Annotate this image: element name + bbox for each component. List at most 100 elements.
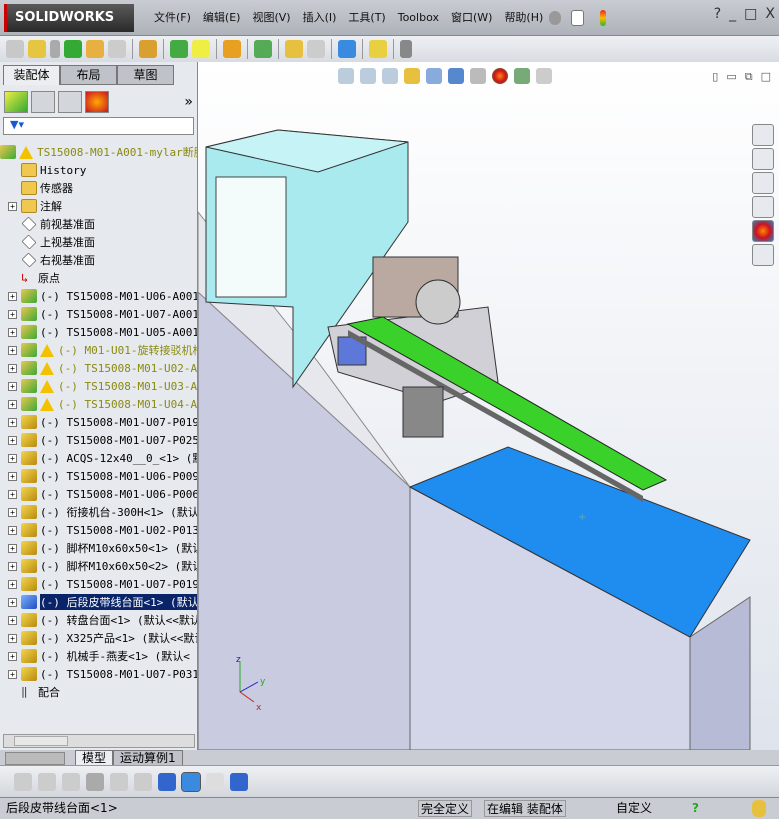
- help-button[interactable]: ?: [714, 6, 721, 22]
- tree-item[interactable]: + (-) TS15008-M01-U03-A00: [0, 377, 197, 395]
- expand-panel-button[interactable]: »: [184, 94, 193, 110]
- property-manager-icon[interactable]: [31, 91, 55, 113]
- tree-item[interactable]: + (-) TS15008-M01-U07-P019<2: [0, 575, 197, 593]
- tree-item[interactable]: + (-) TS15008-M01-U02-P013<: [0, 521, 197, 539]
- tree-item[interactable]: + (-) 脚杯M10x60x50<1> (默认: [0, 539, 197, 557]
- tree-item[interactable]: + (-) 后段皮带线台面<1> (默认: [0, 593, 197, 611]
- status-custom-units[interactable]: 自定义: [614, 800, 654, 817]
- tree-item[interactable]: 前视基准面: [0, 215, 197, 233]
- feature-manager-icon[interactable]: [4, 91, 28, 113]
- move-component-icon[interactable]: [108, 40, 126, 58]
- expand-toggle[interactable]: +: [8, 399, 17, 409]
- show-hidden-icon[interactable]: [139, 40, 157, 58]
- menu-file[interactable]: 文件(F): [148, 0, 197, 36]
- horizontal-scrollbar[interactable]: [3, 734, 195, 748]
- mate-icon[interactable]: [50, 40, 60, 58]
- tree-item[interactable]: + (-) X325产品<1> (默认<<默认: [0, 629, 197, 647]
- view-palette-icon[interactable]: [752, 196, 774, 218]
- custom-properties-icon[interactable]: [752, 244, 774, 266]
- hide-show-items-icon[interactable]: [470, 68, 486, 84]
- edit-component-icon[interactable]: [6, 40, 24, 58]
- expand-toggle[interactable]: +: [8, 471, 17, 481]
- tree-item[interactable]: 传感器: [0, 179, 197, 197]
- tree-item[interactable]: + (-) TS15008-M01-U07-A001<: [0, 305, 197, 323]
- menu-view[interactable]: 视图(V): [246, 0, 296, 36]
- section-view-icon[interactable]: [404, 68, 420, 84]
- expand-toggle[interactable]: +: [8, 363, 17, 373]
- expand-toggle[interactable]: +: [8, 201, 17, 211]
- maximize-button[interactable]: □: [744, 6, 757, 22]
- exploded-view-icon[interactable]: [285, 40, 303, 58]
- view-orientation-icon[interactable]: [426, 68, 442, 84]
- tree-item[interactable]: + (-) 脚杯M10x60x50<2> (默认: [0, 557, 197, 575]
- menu-toolbox[interactable]: Toolbox: [392, 0, 445, 36]
- tab-assembly[interactable]: 装配体: [3, 65, 60, 85]
- insert-component-icon[interactable]: [28, 40, 46, 58]
- menu-window[interactable]: 窗口(W): [445, 0, 498, 36]
- expand-toggle[interactable]: +: [8, 651, 17, 661]
- new-document-icon[interactable]: [571, 10, 585, 26]
- expand-toggle[interactable]: +: [8, 417, 17, 427]
- design-library-icon[interactable]: [752, 148, 774, 170]
- expand-toggle[interactable]: +: [8, 507, 17, 517]
- tree-item[interactable]: + (-) TS15008-M01-U07-P025<: [0, 431, 197, 449]
- apply-scene-icon[interactable]: [514, 68, 530, 84]
- assembly-model[interactable]: + z y x: [198, 62, 779, 750]
- tree-item[interactable]: + (-) TS15008-M01-U07-P019<: [0, 413, 197, 431]
- tab-model[interactable]: 模型: [75, 750, 114, 765]
- minimize-button[interactable]: _: [729, 6, 736, 22]
- tree-item[interactable]: + (-) 转盘台面<1> (默认<<默认: [0, 611, 197, 629]
- tree-item[interactable]: + 注解: [0, 197, 197, 215]
- split-view-icon[interactable]: ▯: [712, 70, 718, 84]
- expand-toggle[interactable]: +: [8, 525, 17, 535]
- graphics-area[interactable]: + z y x ▯ ▭ ⧉ □: [198, 62, 779, 750]
- solidworks-logo[interactable]: SOLIDWORKS: [4, 4, 134, 32]
- reference-geometry-icon[interactable]: [192, 40, 210, 58]
- table-icon[interactable]: [206, 772, 224, 791]
- display-style-icon[interactable]: [448, 68, 464, 84]
- shaded-view-icon[interactable]: [181, 771, 201, 792]
- assembly-features-icon[interactable]: [170, 40, 188, 58]
- menu-insert[interactable]: 插入(I): [297, 0, 343, 36]
- tab-motion-study-1[interactable]: 运动算例1: [113, 750, 183, 765]
- expand-toggle[interactable]: +: [8, 291, 17, 301]
- tree-item[interactable]: + (-) 机械手-燕麦<1> (默认<: [0, 647, 197, 665]
- zoom-to-fit-icon[interactable]: [338, 68, 354, 84]
- appearances-icon[interactable]: [752, 220, 774, 242]
- tree-item[interactable]: 右视基准面: [0, 251, 197, 269]
- tree-item[interactable]: 上视基准面: [0, 233, 197, 251]
- tree-item[interactable]: + (-) TS15008-M01-U06-P009<: [0, 467, 197, 485]
- expand-toggle[interactable]: +: [8, 453, 17, 463]
- expand-toggle[interactable]: +: [8, 561, 17, 571]
- line-thickness-icon[interactable]: [86, 772, 104, 791]
- tag-icon[interactable]: [752, 800, 766, 817]
- tab-scroll-arrows[interactable]: [5, 752, 65, 765]
- tree-item[interactable]: + (-) TS15008-M01-U07-P031<: [0, 665, 197, 683]
- expand-toggle[interactable]: +: [8, 633, 17, 643]
- maximize-view-icon[interactable]: □: [761, 70, 771, 84]
- tree-item[interactable]: + (-) TS15008-M01-U06-A001<: [0, 287, 197, 305]
- sketch-icon[interactable]: [14, 772, 32, 791]
- traffic-light-icon[interactable]: [600, 10, 607, 26]
- tree-item[interactable]: ↳ 原点: [0, 269, 197, 287]
- view-settings-icon[interactable]: [536, 68, 552, 84]
- expand-toggle[interactable]: +: [8, 345, 17, 355]
- tree-item[interactable]: + (-) TS15008-M01-U04-A00: [0, 395, 197, 413]
- restore-view-icon[interactable]: ⧉: [745, 70, 753, 84]
- expand-toggle[interactable]: +: [8, 435, 17, 445]
- smart-fasteners-icon[interactable]: [86, 40, 104, 58]
- expand-toggle[interactable]: +: [8, 489, 17, 499]
- tree-root[interactable]: TS15008-M01-A001-mylar断膜: [0, 143, 197, 161]
- interference-detection-icon[interactable]: [338, 40, 356, 58]
- tab-sketch[interactable]: 草图: [117, 65, 174, 85]
- expand-toggle[interactable]: +: [8, 615, 17, 625]
- zoom-to-area-icon[interactable]: [360, 68, 376, 84]
- format-icon[interactable]: [230, 772, 248, 791]
- layer-icon[interactable]: [38, 772, 56, 791]
- expand-toggle[interactable]: +: [8, 327, 17, 337]
- align-icon[interactable]: [134, 772, 152, 791]
- explode-line-icon[interactable]: [307, 40, 325, 58]
- tree-item[interactable]: + (-) TS15008-M01-U02-A00: [0, 359, 197, 377]
- tree-item[interactable]: + (-) ACQS-12x40__0_<1> (默认: [0, 449, 197, 467]
- previous-view-icon[interactable]: [382, 68, 398, 84]
